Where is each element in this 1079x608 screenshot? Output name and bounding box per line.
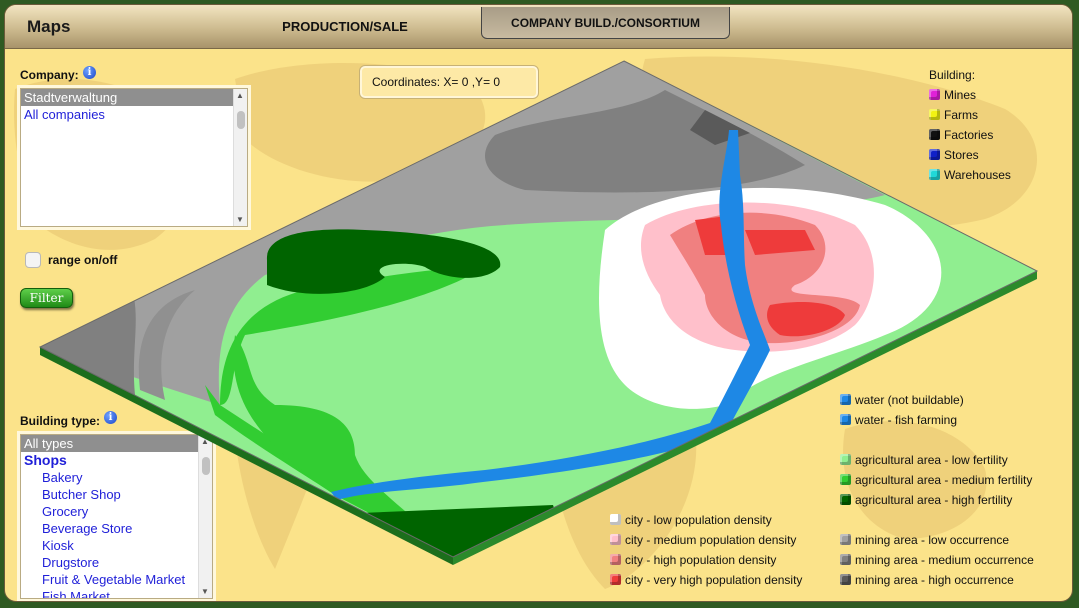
legend-item-city-medium: city - medium population density bbox=[610, 532, 796, 548]
legend-item-factories: Factories bbox=[929, 127, 993, 143]
mining-low-cube-icon bbox=[840, 534, 851, 545]
water-cube-icon bbox=[840, 394, 851, 405]
building-legend-title: Building: bbox=[929, 68, 976, 82]
maps-window: Maps PRODUCTION/SALE COMPANY BUILD./CONS… bbox=[4, 4, 1073, 602]
legend-label: mining area - low occurrence bbox=[855, 533, 1010, 547]
legend-item-fish-farming: water - fish farming bbox=[840, 412, 957, 428]
water-cube-icon bbox=[840, 414, 851, 425]
legend-item-city-high: city - high population density bbox=[610, 552, 776, 568]
legend-label: city - very high population density bbox=[625, 573, 803, 587]
legend-label: mining area - high occurrence bbox=[855, 573, 1014, 587]
legend-label: agricultural area - high fertility bbox=[855, 493, 1013, 507]
legend-item-agri-low: agricultural area - low fertility bbox=[840, 452, 1008, 468]
legend-item-water: water (not buildable) bbox=[840, 392, 964, 408]
legend-label: agricultural area - medium fertility bbox=[855, 473, 1033, 487]
legend-label: Mines bbox=[944, 88, 977, 102]
warehouses-cube-icon bbox=[929, 169, 940, 180]
legend-item-mining-low: mining area - low occurrence bbox=[840, 532, 1009, 548]
stores-cube-icon bbox=[929, 149, 940, 160]
agri-low-cube-icon bbox=[840, 454, 851, 465]
mining-medium-cube-icon bbox=[840, 554, 851, 565]
mining-high-cube-icon bbox=[840, 574, 851, 585]
city-medium-cube-icon bbox=[610, 534, 621, 545]
factories-cube-icon bbox=[929, 129, 940, 140]
legend-label: city - low population density bbox=[625, 513, 772, 527]
legend-label: mining area - medium occurrence bbox=[855, 553, 1034, 567]
agri-medium-cube-icon bbox=[840, 474, 851, 485]
city-low-cube-icon bbox=[610, 514, 621, 525]
legend-label: Factories bbox=[944, 128, 994, 142]
isometric-map[interactable] bbox=[5, 5, 1073, 602]
mines-cube-icon bbox=[929, 89, 940, 100]
legend-label: water (not buildable) bbox=[855, 393, 964, 407]
legend-item-city-very-high: city - very high population density bbox=[610, 572, 802, 588]
legend-item-agri-high: agricultural area - high fertility bbox=[840, 492, 1012, 508]
legend-item-mining-high: mining area - high occurrence bbox=[840, 572, 1014, 588]
city-very-high-cube-icon bbox=[610, 574, 621, 585]
legend-label: city - medium population density bbox=[625, 533, 797, 547]
legend-item-mines: Mines bbox=[929, 87, 976, 103]
legend-label: city - high population density bbox=[625, 553, 777, 567]
agri-high-cube-icon bbox=[840, 494, 851, 505]
legend-item-warehouses: Warehouses bbox=[929, 167, 1011, 183]
farms-cube-icon bbox=[929, 109, 940, 120]
legend-label: agricultural area - low fertility bbox=[855, 453, 1008, 467]
city-high-cube-icon bbox=[610, 554, 621, 565]
legend-item-stores: Stores bbox=[929, 147, 979, 163]
coordinates-display: Coordinates: X= 0 ,Y= 0 bbox=[360, 66, 538, 98]
legend-item-mining-medium: mining area - medium occurrence bbox=[840, 552, 1034, 568]
legend-item-agri-medium: agricultural area - medium fertility bbox=[840, 472, 1032, 488]
legend-item-city-low: city - low population density bbox=[610, 512, 772, 528]
legend-item-farms: Farms bbox=[929, 107, 978, 123]
legend-label: water - fish farming bbox=[855, 413, 958, 427]
legend-label: Stores bbox=[944, 148, 979, 162]
legend-label: Warehouses bbox=[944, 168, 1011, 182]
legend-label: Farms bbox=[944, 108, 978, 122]
